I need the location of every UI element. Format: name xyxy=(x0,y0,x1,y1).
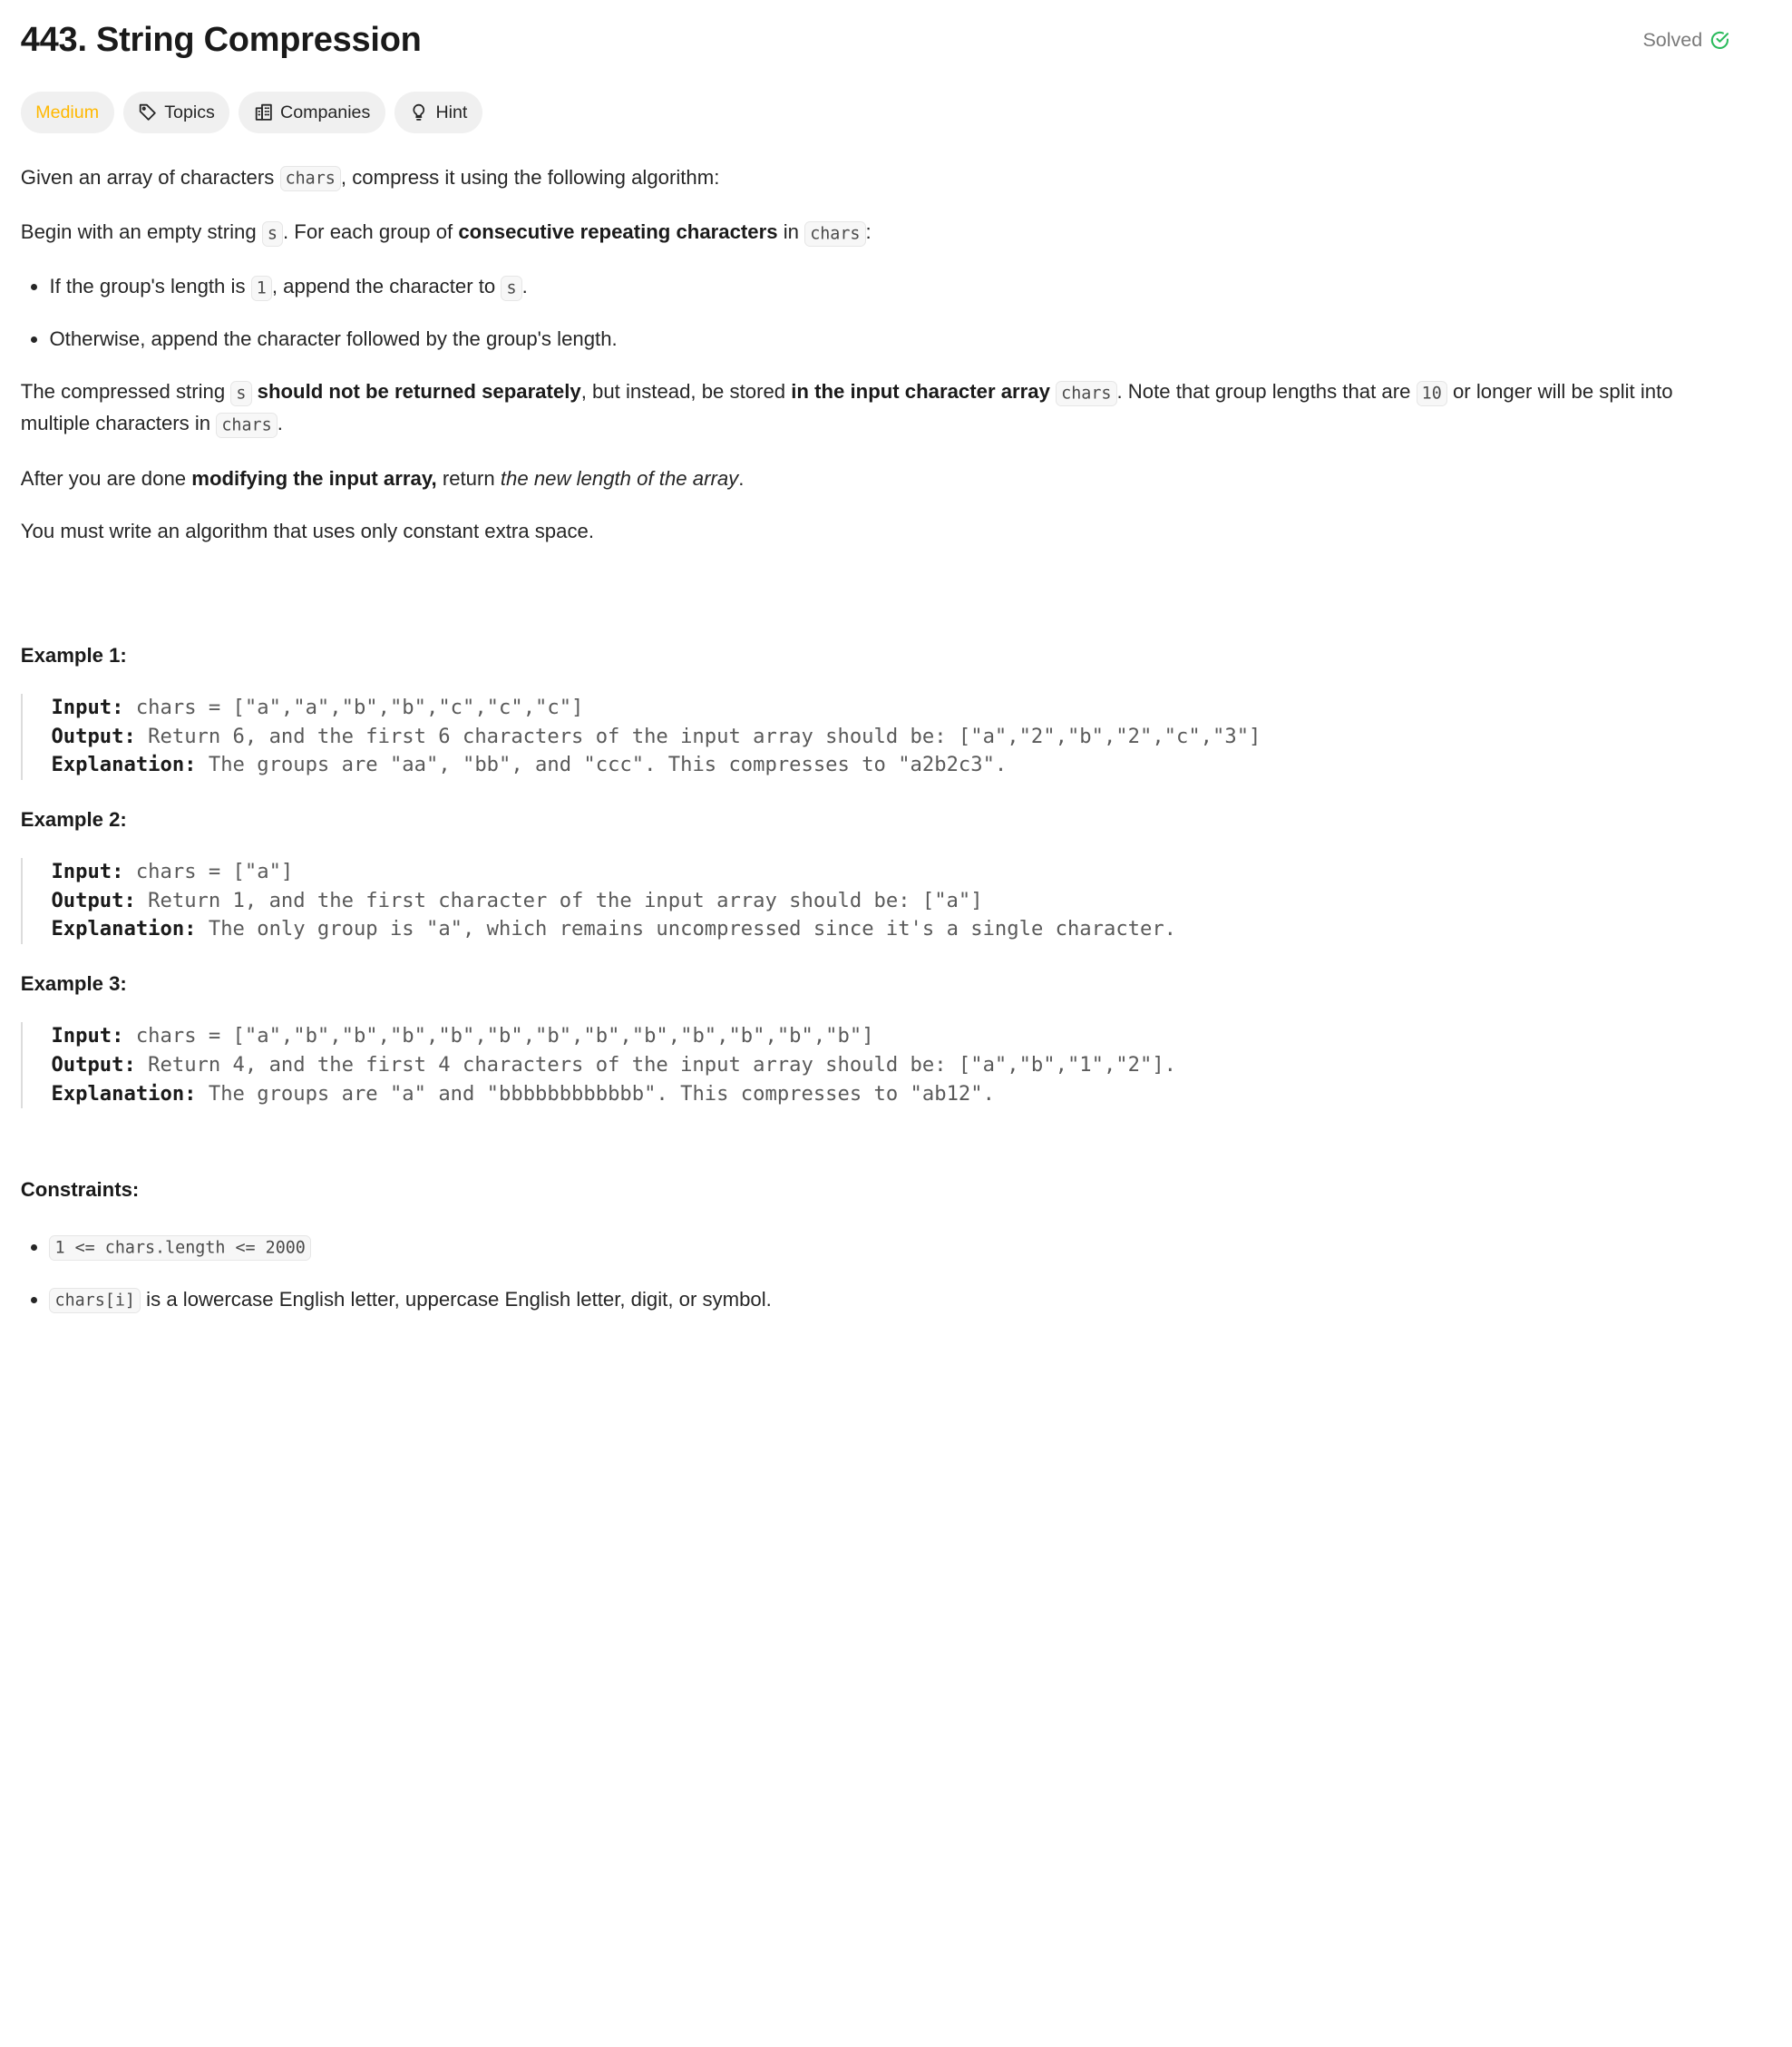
inline-code: 1 xyxy=(250,275,272,301)
description-paragraph: Begin with an empty string s. For each g… xyxy=(21,218,1730,249)
rules-list: If the group's length is 1, append the c… xyxy=(21,272,1730,355)
example-block: Input: chars = ["a","b","b","b","b","b",… xyxy=(20,1022,1730,1109)
companies-label: Companies xyxy=(280,102,371,122)
lightbulb-icon xyxy=(413,104,425,122)
inline-code: chars xyxy=(279,166,341,192)
inline-code: s xyxy=(261,220,283,247)
description-paragraph: The compressed string s should not be re… xyxy=(21,377,1730,441)
topics-button[interactable]: Topics xyxy=(122,92,230,133)
list-item: Otherwise, append the character followed… xyxy=(49,325,1729,355)
hint-button[interactable]: Hint xyxy=(394,92,482,133)
inline-code: 1 <= chars.length <= 2000 xyxy=(49,1235,311,1262)
description-paragraph: Given an array of characters chars, comp… xyxy=(21,163,1730,195)
inline-code: chars xyxy=(216,412,278,438)
inline-code: s xyxy=(230,380,252,406)
tag-bar: Medium Topics Companies Hint xyxy=(20,92,1730,133)
description-paragraph: After you are done modifying the input a… xyxy=(20,466,745,490)
check-circle-icon xyxy=(1710,31,1729,49)
example-block: Input: chars = ["a"] Output: Return 1, a… xyxy=(20,858,1730,945)
example-title: Example 3: xyxy=(20,971,127,995)
companies-button[interactable]: Companies xyxy=(239,92,385,133)
inline-code: chars[i] xyxy=(49,1288,141,1314)
building-icon xyxy=(255,104,272,122)
constraints-title: Constraints: xyxy=(20,1177,140,1201)
list-item: 1 <= chars.length <= 2000 xyxy=(49,1233,1729,1264)
example-title: Example 2: xyxy=(20,807,127,831)
inline-code: chars xyxy=(1056,380,1117,406)
solved-status: Solved xyxy=(1642,29,1729,52)
tag-icon xyxy=(139,104,156,122)
inline-code: s xyxy=(501,275,522,301)
problem-header: 443. String Compression Solved xyxy=(21,16,1730,64)
difficulty-badge: Medium xyxy=(20,92,114,133)
difficulty-label: Medium xyxy=(35,102,100,122)
list-item: If the group's length is 1, append the c… xyxy=(49,272,1729,304)
example-block: Input: chars = ["a","a","b","b","c","c",… xyxy=(20,693,1730,780)
list-item: chars[i] is a lowercase English letter, … xyxy=(49,1285,1729,1317)
solved-label: Solved xyxy=(1642,28,1703,51)
inline-code: chars xyxy=(804,220,866,247)
description-paragraph: You must write an algorithm that uses on… xyxy=(20,519,594,542)
problem-description: Given an array of characters chars, comp… xyxy=(20,163,1730,1317)
inline-code: 10 xyxy=(1416,380,1447,406)
topics-label: Topics xyxy=(164,102,215,122)
hint-label: Hint xyxy=(435,102,468,122)
constraints-list: 1 <= chars.length <= 2000 chars[i] is a … xyxy=(21,1233,1730,1317)
example-title: Example 1: xyxy=(20,643,127,667)
page-title: 443. String Compression xyxy=(20,20,422,59)
